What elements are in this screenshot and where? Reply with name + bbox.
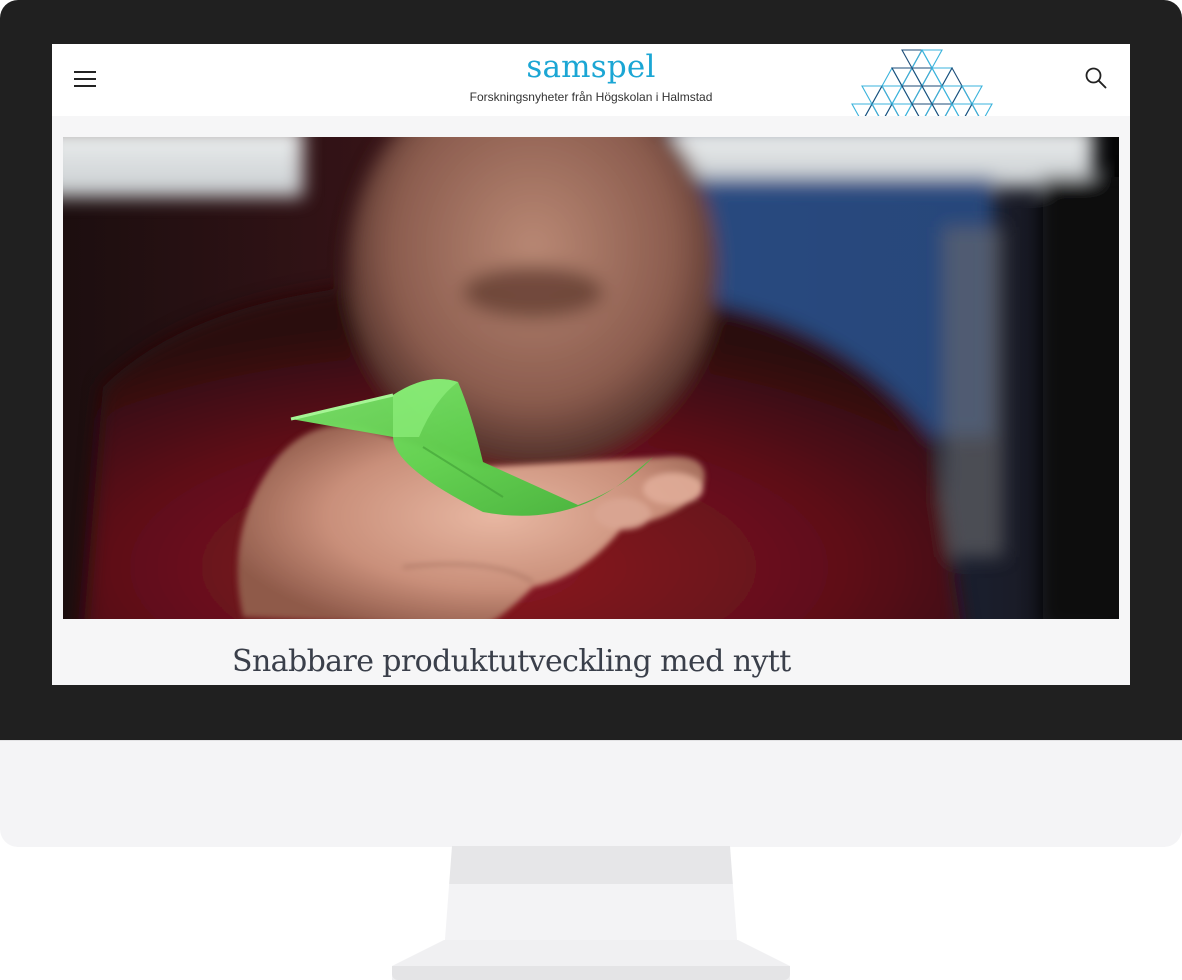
pattern-triangle bbox=[911, 84, 933, 105]
pattern-triangle bbox=[951, 84, 973, 105]
pattern-triangle bbox=[921, 49, 943, 70]
article-headline[interactable]: Snabbare produktutveckling med nytt bbox=[232, 640, 791, 684]
pattern-triangle bbox=[941, 66, 963, 87]
pattern-triangle bbox=[931, 84, 953, 105]
pattern-triangle bbox=[961, 85, 983, 106]
pattern-triangle bbox=[941, 85, 963, 106]
pattern-triangle bbox=[904, 102, 920, 116]
pattern-triangle bbox=[901, 49, 923, 70]
pattern-triangle bbox=[964, 102, 980, 116]
pattern-triangle bbox=[911, 67, 933, 88]
pattern-triangle bbox=[881, 85, 903, 106]
pattern-triangle bbox=[944, 102, 960, 116]
pattern-triangle bbox=[911, 48, 933, 69]
browser-viewport: samspel Forskningsnyheter från Högskolan… bbox=[52, 44, 1130, 685]
pattern-triangle bbox=[901, 66, 923, 87]
monitor-stand-base bbox=[392, 966, 790, 980]
pattern-triangle bbox=[921, 85, 943, 106]
hero-image bbox=[63, 137, 1119, 619]
pattern-triangle bbox=[881, 66, 903, 87]
pattern-triangle bbox=[924, 102, 940, 116]
pattern-triangle bbox=[901, 85, 923, 106]
site-header: samspel Forskningsnyheter från Högskolan… bbox=[52, 44, 1130, 116]
monitor-chin bbox=[0, 740, 1182, 847]
pattern-triangle bbox=[971, 103, 993, 116]
pattern-triangle bbox=[891, 67, 913, 88]
pattern-triangle bbox=[884, 102, 900, 116]
pattern-triangle bbox=[921, 66, 943, 87]
search-icon[interactable] bbox=[1084, 66, 1108, 90]
pattern-triangle bbox=[871, 84, 893, 105]
pattern-triangle bbox=[861, 85, 883, 106]
pattern-triangle bbox=[891, 84, 913, 105]
triangle-pattern-decoration bbox=[851, 48, 993, 116]
pattern-triangle bbox=[864, 102, 880, 116]
pattern-triangle bbox=[931, 67, 953, 88]
